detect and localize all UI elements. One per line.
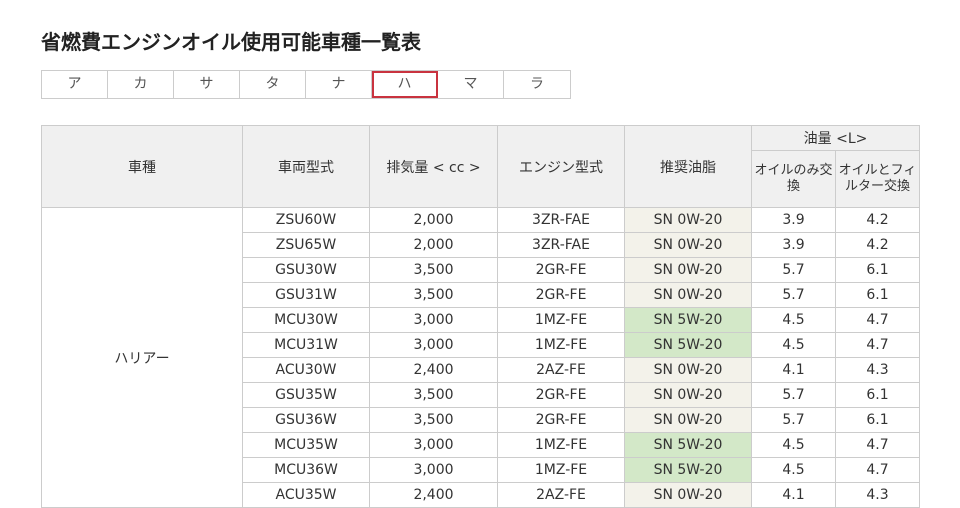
table-row: ハリアー ZSU60W 2,000 3ZR-FAE SN 0W-20 3.9 4.2	[41, 207, 920, 508]
tab-7[interactable]: ラ	[504, 71, 570, 98]
engine-type: 2GR-FE	[497, 257, 625, 283]
oil-filter-capacity: 4.2	[835, 207, 920, 233]
tab-4[interactable]: ナ	[306, 71, 372, 98]
oil-only-capacity: 5.7	[751, 257, 836, 283]
model-name: ハリアー	[41, 207, 243, 508]
engine-type: 2AZ-FE	[497, 482, 625, 508]
header-oil-only: オイルのみ交換	[751, 150, 836, 208]
oil-filter-capacity: 4.2	[835, 232, 920, 258]
tab-6[interactable]: マ	[438, 71, 504, 98]
vehicle-type: MCU31W	[242, 332, 370, 358]
engine-type: 3ZR-FAE	[497, 207, 625, 233]
oil-filter-capacity: 4.3	[835, 357, 920, 383]
displacement: 3,500	[369, 257, 498, 283]
oil-filter-capacity: 4.7	[835, 457, 920, 483]
engine-type: 1MZ-FE	[497, 307, 625, 333]
oil-only-capacity: 5.7	[751, 282, 836, 308]
vehicle-type: MCU36W	[242, 457, 370, 483]
oil-only-capacity: 5.7	[751, 382, 836, 408]
displacement: 2,000	[369, 232, 498, 258]
tab-1[interactable]: カ	[108, 71, 174, 98]
oil-only-capacity: 4.5	[751, 457, 836, 483]
vehicle-type: ACU30W	[242, 357, 370, 383]
oil-filter-capacity: 4.7	[835, 307, 920, 333]
displacement: 3,500	[369, 282, 498, 308]
oil-filter-capacity: 6.1	[835, 382, 920, 408]
recommended-oil: SN 0W-20	[624, 282, 752, 308]
recommended-oil: SN 0W-20	[624, 257, 752, 283]
engine-type: 3ZR-FAE	[497, 232, 625, 258]
oil-filter-capacity: 4.7	[835, 332, 920, 358]
displacement: 2,400	[369, 482, 498, 508]
header-oil: 推奨油脂	[624, 125, 752, 208]
displacement: 2,000	[369, 207, 498, 233]
page-title: 省燃費エンジンオイル使用可能車種一覧表	[41, 30, 421, 54]
vehicle-type: ZSU65W	[242, 232, 370, 258]
recommended-oil: SN 5W-20	[624, 457, 752, 483]
engine-type: 2GR-FE	[497, 382, 625, 408]
displacement: 2,400	[369, 357, 498, 383]
recommended-oil: SN 0W-20	[624, 382, 752, 408]
tab-2[interactable]: サ	[174, 71, 240, 98]
header-oil-filter: オイルとフィルター交換	[835, 150, 920, 208]
vehicle-type: MCU35W	[242, 432, 370, 458]
displacement: 3,000	[369, 457, 498, 483]
engine-type: 1MZ-FE	[497, 457, 625, 483]
engine-type: 1MZ-FE	[497, 332, 625, 358]
recommended-oil: SN 0W-20	[624, 357, 752, 383]
oil-filter-capacity: 4.3	[835, 482, 920, 508]
oil-only-capacity: 4.1	[751, 357, 836, 383]
tab-0[interactable]: ア	[42, 71, 108, 98]
oil-filter-capacity: 6.1	[835, 407, 920, 433]
vehicle-type: GSU35W	[242, 382, 370, 408]
header-capacity: 油量 <L>	[751, 125, 920, 151]
recommended-oil: SN 5W-20	[624, 307, 752, 333]
oil-filter-capacity: 4.7	[835, 432, 920, 458]
engine-type: 2GR-FE	[497, 282, 625, 308]
recommended-oil: SN 0W-20	[624, 482, 752, 508]
displacement: 3,000	[369, 307, 498, 333]
oil-only-capacity: 4.5	[751, 332, 836, 358]
header-model: 車種	[41, 125, 243, 208]
oil-only-capacity: 3.9	[751, 232, 836, 258]
oil-filter-capacity: 6.1	[835, 257, 920, 283]
recommended-oil: SN 5W-20	[624, 332, 752, 358]
engine-type: 2GR-FE	[497, 407, 625, 433]
displacement: 3,500	[369, 382, 498, 408]
kana-tabs: アカサタナハマラ	[41, 70, 571, 99]
header-displacement: 排気量 < cc >	[369, 125, 498, 208]
recommended-oil: SN 0W-20	[624, 207, 752, 233]
oil-filter-capacity: 6.1	[835, 282, 920, 308]
recommended-oil: SN 5W-20	[624, 432, 752, 458]
oil-only-capacity: 4.5	[751, 307, 836, 333]
oil-table: 車種 車両型式 排気量 < cc > エンジン型式 推奨油脂 油量 <L> オイ…	[41, 125, 920, 508]
engine-type: 2AZ-FE	[497, 357, 625, 383]
displacement: 3,000	[369, 332, 498, 358]
vehicle-type: GSU31W	[242, 282, 370, 308]
vehicle-type: ZSU60W	[242, 207, 370, 233]
header-type: 車両型式	[242, 125, 370, 208]
displacement: 3,500	[369, 407, 498, 433]
displacement: 3,000	[369, 432, 498, 458]
vehicle-type: ACU35W	[242, 482, 370, 508]
oil-only-capacity: 4.1	[751, 482, 836, 508]
oil-only-capacity: 3.9	[751, 207, 836, 233]
recommended-oil: SN 0W-20	[624, 407, 752, 433]
engine-type: 1MZ-FE	[497, 432, 625, 458]
tab-3[interactable]: タ	[240, 71, 306, 98]
oil-only-capacity: 5.7	[751, 407, 836, 433]
header-engine: エンジン型式	[497, 125, 625, 208]
oil-only-capacity: 4.5	[751, 432, 836, 458]
vehicle-type: MCU30W	[242, 307, 370, 333]
recommended-oil: SN 0W-20	[624, 232, 752, 258]
vehicle-type: GSU30W	[242, 257, 370, 283]
tab-5[interactable]: ハ	[372, 71, 438, 98]
vehicle-type: GSU36W	[242, 407, 370, 433]
